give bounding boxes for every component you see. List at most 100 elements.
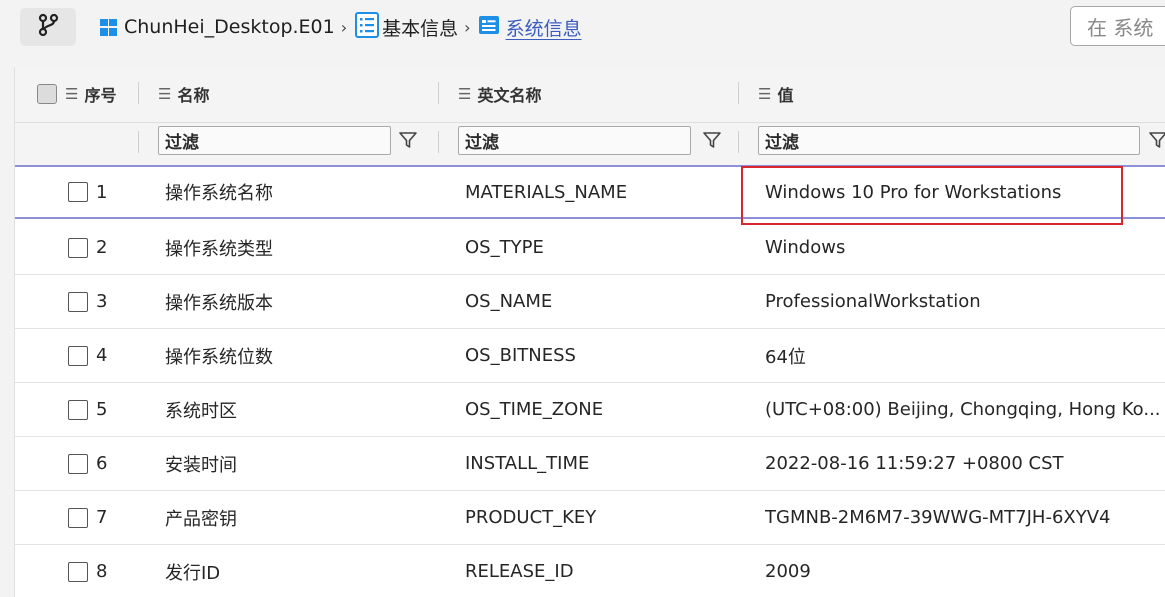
row-checkbox[interactable] [68,507,88,528]
breadcrumb-current-label: 系统信息 [505,17,582,40]
row-value: TGMNB-2M6M7-39WWG-MT7JH-6XYV4 [765,507,1111,528]
row-english-name: PRODUCT_KEY [465,507,597,528]
table-row[interactable]: 2 操作系统类型 OS_TYPE Windows [15,221,1165,275]
row-index: 2 [96,237,108,258]
column-divider[interactable] [438,82,439,104]
row-value: Windows [765,237,846,258]
filter-input-english-name[interactable]: 过滤 [458,126,691,155]
row-index: 7 [96,507,108,528]
filter-row: 过滤 过滤 过滤 [15,123,1165,165]
row-index: 8 [96,561,108,582]
column-divider [138,131,139,153]
row-name: 安装时间 [165,454,237,476]
row-value: 2022-08-16 11:59:27 +0800 CST [765,453,1064,474]
column-divider [738,131,739,153]
windows-logo-icon [100,18,117,36]
branch-icon [37,13,59,41]
row-index: 4 [96,345,108,366]
breadcrumb-item-current[interactable]: 系统信息 [478,14,582,41]
row-name: 操作系统类型 [165,238,273,260]
row-checkbox[interactable] [68,453,88,474]
row-value: (UTC+08:00) Beijing, Chongqing, Hong Ko.… [765,399,1161,420]
row-index-cell: 7 [68,491,107,544]
row-index: 3 [96,291,108,312]
table-row[interactable]: 5 系统时区 OS_TIME_ZONE (UTC+08:00) Beijing,… [15,383,1165,437]
filter-input-value[interactable]: 过滤 [758,126,1140,155]
row-name: 发行ID [165,562,221,584]
row-index-cell: 3 [68,275,107,328]
filter-icon[interactable] [1148,130,1165,150]
table-row[interactable]: 3 操作系统版本 OS_NAME ProfessionalWorkstation [15,275,1165,329]
row-english-name: OS_TIME_ZONE [465,399,604,420]
column-menu-icon: ☰ [65,85,79,103]
header-value[interactable]: ☰ 值 [758,80,793,108]
row-index-cell: 1 [68,167,107,217]
filter-input-name[interactable]: 过滤 [158,126,391,155]
column-menu-icon: ☰ [158,85,172,103]
column-menu-icon: ☰ [458,85,472,103]
row-value: 64位 [765,346,806,368]
row-checkbox[interactable] [68,291,88,312]
row-english-name: RELEASE_ID [465,561,574,582]
row-index-cell: 6 [68,437,107,490]
table-row[interactable]: 8 发行ID RELEASE_ID 2009 [15,545,1165,597]
table-row[interactable]: 6 安装时间 INSTALL_TIME 2022-08-16 11:59:27 … [15,437,1165,491]
row-value: ProfessionalWorkstation [765,291,981,312]
row-name: 操作系统版本 [165,292,273,314]
row-index-cell: 5 [68,383,107,436]
table-row[interactable]: 7 产品密钥 PRODUCT_KEY TGMNB-2M6M7-39WWG-MT7… [15,491,1165,545]
column-divider [438,131,439,153]
row-name: 系统时区 [165,400,237,422]
breadcrumb-item-machine[interactable]: ChunHei_Desktop.E01 [100,16,335,38]
list-icon [354,11,380,44]
row-english-name: OS_BITNESS [465,345,576,366]
table-row[interactable]: 1 操作系统名称 MATERIALS_NAME Windows 10 Pro f… [15,165,1165,219]
row-index: 5 [96,399,108,420]
row-english-name: INSTALL_TIME [465,453,590,474]
row-checkbox[interactable] [68,237,88,258]
header-value-label: 值 [777,86,794,105]
row-index-cell: 8 [68,545,107,597]
select-all-checkbox[interactable] [37,84,57,104]
row-checkbox[interactable] [68,345,88,366]
row-checkbox[interactable] [68,561,88,582]
filter-icon[interactable] [398,130,418,150]
row-checkbox[interactable] [68,399,88,420]
row-value: Windows 10 Pro for Workstations [765,181,1062,203]
top-bar: ChunHei_Desktop.E01 › 基本信息 › 系统信息 在 系统 [0,0,1165,60]
breadcrumb: ChunHei_Desktop.E01 › 基本信息 › 系统信息 [100,10,582,44]
grid-header: ☰ 序号 ☰ 名称 ☰ 英文名称 ☰ 值 [15,67,1165,123]
filter-icon[interactable] [702,130,722,150]
row-value: 2009 [765,561,811,582]
header-index-label: 序号 [84,86,117,105]
row-name: 操作系统位数 [165,346,273,368]
row-index: 6 [96,453,108,474]
branch-button[interactable] [20,8,76,46]
row-index: 1 [96,181,108,203]
chevron-right-icon: › [340,17,348,37]
search-input[interactable]: 在 系统 [1070,6,1165,46]
header-name[interactable]: ☰ 名称 [158,80,209,108]
header-name-label: 名称 [177,86,210,105]
breadcrumb-item-category[interactable]: 基本信息 [354,11,458,44]
header-index[interactable]: ☰ 序号 [37,80,116,108]
row-index-cell: 2 [68,221,107,274]
column-divider[interactable] [738,82,739,104]
header-english-name[interactable]: ☰ 英文名称 [458,80,541,108]
header-english-name-label: 英文名称 [477,86,542,105]
row-english-name: MATERIALS_NAME [465,181,628,203]
row-english-name: OS_NAME [465,291,553,312]
row-checkbox[interactable] [68,182,88,202]
column-divider[interactable] [138,82,139,104]
row-name: 操作系统名称 [165,183,273,204]
info-card-icon [478,15,500,40]
column-menu-icon: ☰ [758,85,772,103]
breadcrumb-machine-label: ChunHei_Desktop.E01 [124,16,335,38]
data-grid: ☰ 序号 ☰ 名称 ☰ 英文名称 ☰ 值 过滤 过滤 过滤 1 操作系统名称 M… [14,67,1165,597]
table-row[interactable]: 4 操作系统位数 OS_BITNESS 64位 [15,329,1165,383]
breadcrumb-category-label: 基本信息 [382,17,459,40]
row-name: 产品密钥 [165,508,237,530]
chevron-right-icon: › [464,17,471,37]
row-index-cell: 4 [68,329,107,382]
row-english-name: OS_TYPE [465,237,544,258]
